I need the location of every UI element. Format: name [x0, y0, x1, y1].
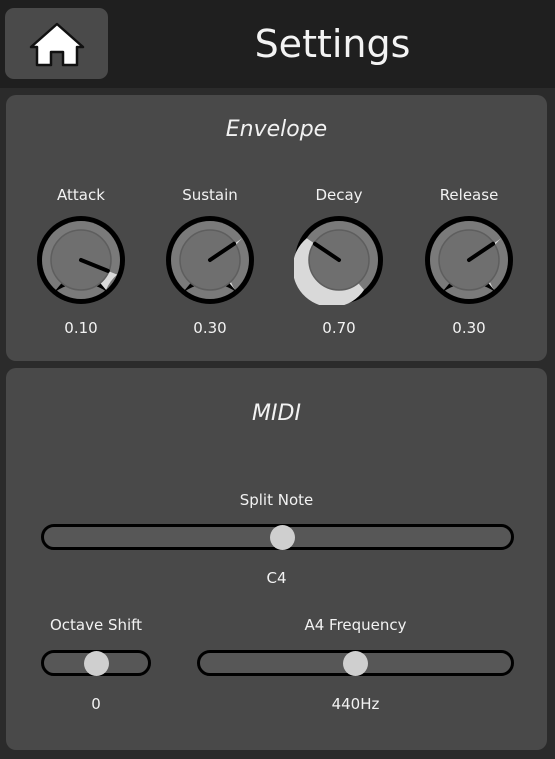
- header-bar: Settings: [0, 0, 555, 88]
- knob-release: Release 0.30: [424, 185, 514, 337]
- knob-label: Sustain: [182, 186, 238, 204]
- slider-thumb[interactable]: [83, 650, 109, 676]
- split-note-value: C4: [266, 569, 287, 587]
- attack-knob-dial[interactable]: [36, 215, 126, 305]
- decay-knob-dial[interactable]: [294, 215, 384, 305]
- knob-label: Attack: [57, 186, 105, 204]
- split-note-slider[interactable]: [41, 524, 514, 550]
- slider-thumb[interactable]: [269, 524, 295, 550]
- midi-title: MIDI: [252, 401, 301, 426]
- sustain-knob-dial[interactable]: [165, 215, 255, 305]
- page-title: Settings: [254, 22, 411, 66]
- a4-frequency-label: A4 Frequency: [304, 616, 407, 634]
- knob-value: 0.30: [193, 319, 227, 337]
- octave-shift-slider[interactable]: [41, 650, 151, 676]
- octave-shift-label: Octave Shift: [49, 616, 143, 634]
- knob-label: Decay: [315, 186, 363, 204]
- envelope-panel: Envelope Attack 0.10 Sustain 0.30 Decay …: [6, 95, 547, 361]
- knob-label: Release: [439, 186, 499, 204]
- knob-value: 0.10: [64, 319, 98, 337]
- knob-decay: Decay 0.70: [294, 185, 384, 337]
- knob-value: 0.30: [452, 319, 486, 337]
- home-icon: [29, 22, 84, 66]
- midi-panel: MIDI Split Note C4 Octave Shift 0 A4 Fre…: [6, 368, 547, 750]
- knob-value: 0.70: [322, 319, 356, 337]
- split-note-label: Split Note: [239, 491, 314, 509]
- slider-thumb[interactable]: [343, 650, 368, 676]
- a4-frequency-value: 440Hz: [331, 695, 380, 713]
- octave-shift-value: 0: [91, 695, 101, 713]
- home-button[interactable]: [5, 8, 108, 79]
- envelope-title: Envelope: [225, 117, 328, 142]
- a4-frequency-slider[interactable]: [197, 650, 514, 676]
- knob-sustain: Sustain 0.30: [165, 185, 255, 337]
- release-knob-dial[interactable]: [424, 215, 514, 305]
- knob-attack: Attack 0.10: [36, 185, 126, 337]
